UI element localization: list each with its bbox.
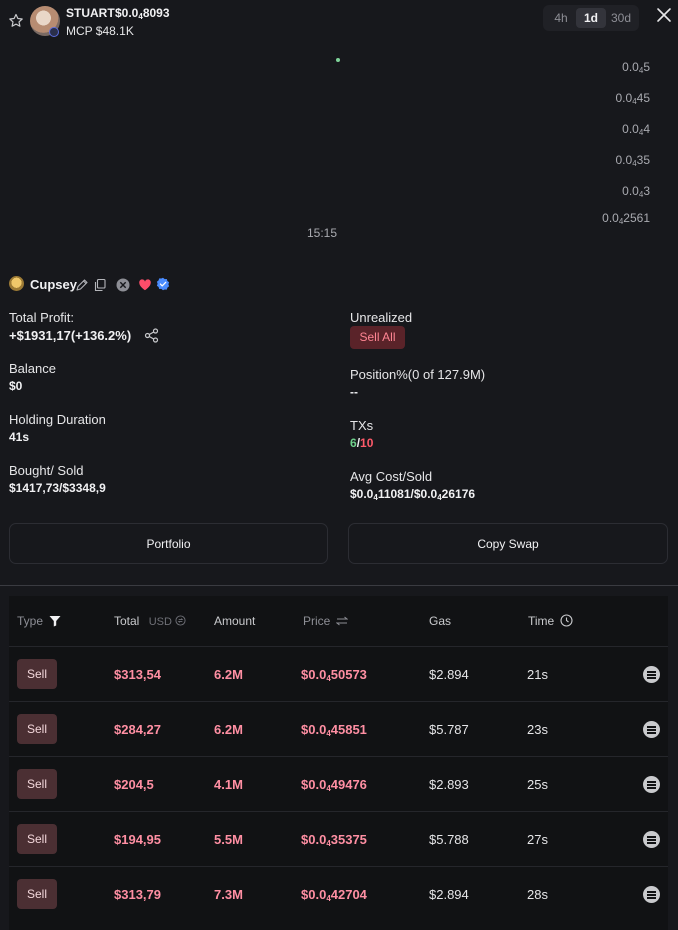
table-row[interactable]: Sell $284,27 6.2M $0.0445851 $5.787 23s: [9, 701, 668, 756]
y-tick-label: 0.043: [622, 184, 650, 199]
row-total: $313,54: [114, 667, 161, 682]
copy-swap-button[interactable]: Copy Swap: [348, 523, 668, 564]
timeframe-4h[interactable]: 4h: [546, 8, 576, 28]
holding-duration-value: 41s: [9, 430, 30, 444]
trader-name: Cupsey: [30, 277, 77, 292]
row-price: $0.0449476: [301, 777, 367, 793]
table-row[interactable]: Sell $194,95 5.5M $0.0435375 $5.788 27s: [9, 811, 668, 866]
sell-all-button[interactable]: Sell All: [350, 326, 405, 349]
details-icon[interactable]: [643, 776, 660, 793]
unrealized-label: Unrealized: [350, 310, 413, 325]
table-row[interactable]: Sell $204,5 4.1M $0.0449476 $2.893 25s: [9, 756, 668, 811]
y-tick-label: 0.044: [622, 122, 650, 137]
row-total: $204,5: [114, 777, 154, 792]
trades-table: Type Total USD Amount Price Gas Time Sel…: [9, 596, 668, 930]
row-amount: 6.2M: [214, 667, 243, 682]
row-total: $313,79: [114, 887, 161, 902]
market-cap: MCP $48.1K: [66, 24, 134, 38]
position-label: Position%(0 of 127.9M): [350, 367, 486, 382]
sell-badge: Sell: [17, 659, 57, 689]
section-divider: [0, 585, 678, 586]
star-icon[interactable]: [8, 13, 24, 29]
timeframe-30d[interactable]: 30d: [606, 8, 636, 28]
row-time: 21s: [527, 667, 548, 682]
row-total: $284,27: [114, 722, 161, 737]
column-header-total: Total USD: [114, 614, 186, 628]
txs-label: TXs: [350, 418, 374, 433]
token-ticker: STUART: [66, 6, 115, 20]
row-gas: $2.894: [429, 667, 469, 682]
column-header-time: Time: [528, 614, 573, 628]
row-gas: $2.893: [429, 777, 469, 792]
share-icon[interactable]: [144, 328, 159, 343]
x-tick-label: 15:15: [307, 226, 338, 240]
token-price: $0.048093: [115, 6, 170, 21]
row-price: $0.0442704: [301, 887, 367, 903]
txs-buy-count: 6: [350, 436, 357, 450]
bought-sold-label: Bought/ Sold: [9, 463, 84, 478]
sell-badge: Sell: [17, 879, 57, 909]
bought-sold-value: $1417,73/$3348,9: [9, 481, 106, 495]
column-header-type: Type: [17, 614, 61, 628]
row-time: 28s: [527, 887, 548, 902]
timeframe-1d[interactable]: 1d: [576, 8, 606, 28]
trader-avatar: [9, 276, 24, 291]
column-header-gas: Gas: [429, 614, 452, 628]
row-price: $0.0435375: [301, 832, 367, 848]
sell-badge: Sell: [17, 769, 57, 799]
details-icon[interactable]: [643, 831, 660, 848]
column-header-amount: Amount: [214, 614, 256, 628]
row-amount: 4.1M: [214, 777, 243, 792]
close-icon[interactable]: [656, 7, 672, 23]
txs-value: 6/10: [350, 436, 373, 450]
txs-sell-count: 10: [360, 436, 374, 450]
portfolio-button[interactable]: Portfolio: [9, 523, 328, 564]
currency-toggle-icon[interactable]: [175, 615, 186, 626]
row-time: 27s: [527, 832, 548, 847]
row-amount: 5.5M: [214, 832, 243, 847]
row-time: 23s: [527, 722, 548, 737]
price-chart[interactable]: 0.045 0.0445 0.044 0.0435 0.043 0.042561: [0, 40, 678, 250]
avg-cost-label: Avg Cost/Sold: [350, 469, 433, 484]
row-total: $194,95: [114, 832, 161, 847]
filter-icon[interactable]: [49, 615, 61, 627]
row-amount: 7.3M: [214, 887, 243, 902]
details-icon[interactable]: [643, 886, 660, 903]
position-value: --: [350, 385, 358, 399]
balance-label: Balance: [9, 361, 56, 376]
sell-badge: Sell: [17, 714, 57, 744]
table-row[interactable]: Sell $313,54 6.2M $0.0450573 $2.894 21s: [9, 646, 668, 701]
sell-badge: Sell: [17, 824, 57, 854]
y-tick-label: 0.042561: [602, 211, 650, 226]
edit-icon[interactable]: [75, 278, 89, 292]
total-profit-value: +$1931,17(+136.2%): [9, 328, 132, 343]
clock-icon[interactable]: [560, 614, 573, 627]
balance-value: $0: [9, 379, 23, 393]
details-icon[interactable]: [643, 721, 660, 738]
row-gas: $5.787: [429, 722, 469, 737]
timeframe-selector: 4h 1d 30d: [543, 5, 639, 31]
row-time: 25s: [527, 777, 548, 792]
copy-icon[interactable]: [93, 278, 107, 292]
chain-badge-icon: [49, 27, 59, 37]
total-profit-label: Total Profit:: [9, 310, 75, 325]
chart-data-point: [336, 58, 340, 62]
y-tick-label: 0.0445: [615, 91, 651, 106]
avg-cost-value: $0.0411081/$0.0426176: [350, 487, 476, 502]
row-gas: $2.894: [429, 887, 469, 902]
swap-arrows-icon[interactable]: [335, 616, 349, 626]
y-tick-label: 0.045: [622, 60, 650, 75]
verified-icon: [156, 277, 170, 291]
table-row[interactable]: Sell $313,79 7.3M $0.0442704 $2.894 28s: [9, 866, 668, 921]
holding-duration-label: Holding Duration: [9, 412, 106, 427]
row-price: $0.0450573: [301, 667, 367, 683]
row-gas: $5.788: [429, 832, 469, 847]
details-icon[interactable]: [643, 666, 660, 683]
y-tick-label: 0.0435: [615, 153, 651, 168]
row-price: $0.0445851: [301, 722, 367, 738]
x-social-icon[interactable]: [116, 278, 130, 292]
row-amount: 6.2M: [214, 722, 243, 737]
column-header-price: Price: [303, 614, 349, 628]
heart-icon[interactable]: [138, 278, 152, 292]
